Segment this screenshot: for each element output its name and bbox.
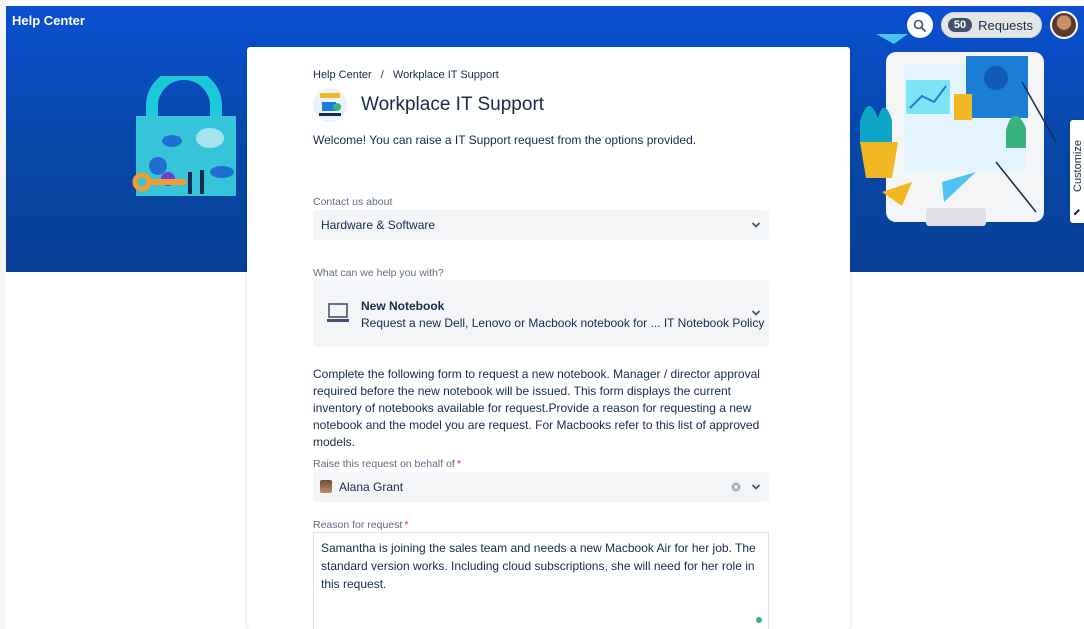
reason-label: Reason for request *: [313, 519, 408, 531]
requests-button[interactable]: 50 Requests: [940, 12, 1042, 38]
pencil-icon: [1074, 209, 1080, 215]
contact-value: Hardware & Software: [321, 218, 436, 232]
padlock-illustration: [132, 76, 236, 196]
portal-header: Workplace IT Support: [313, 88, 544, 122]
behalf-value: Alana Grant: [339, 480, 404, 494]
user-avatar-small: [320, 480, 332, 493]
behalf-select[interactable]: Alana Grant: [313, 472, 769, 502]
laptop-icon: [327, 303, 349, 322]
chevron-down-icon: [751, 310, 761, 316]
chevron-down-icon: [751, 222, 761, 228]
chevron-down-icon: [751, 484, 761, 490]
customize-label: Customize: [1072, 140, 1084, 192]
clear-icon[interactable]: [731, 482, 741, 492]
top-right-actions: 50 Requests: [906, 11, 1078, 39]
laptop-illustration: [860, 34, 1057, 226]
request-type-title: New Notebook: [361, 299, 445, 313]
reason-label-text: Reason for request: [313, 519, 403, 531]
contact-label: Contact us about: [313, 196, 393, 208]
help-label: What can we help you with?: [313, 267, 444, 279]
behalf-label: Raise this request on behalf of *: [313, 458, 461, 470]
required-marker: *: [456, 458, 461, 470]
welcome-text: Welcome! You can raise a IT Support requ…: [313, 133, 697, 147]
request-form-card: Help Center / Workplace IT Support Workp…: [247, 47, 850, 629]
customize-tab[interactable]: Customize: [1070, 120, 1084, 223]
request-type-description: Request a new Dell, Lenovo or Macbook no…: [361, 316, 765, 330]
requests-count-badge: 50: [947, 18, 973, 32]
search-icon: [914, 19, 927, 32]
search-button[interactable]: [906, 12, 933, 38]
breadcrumb: Help Center / Workplace IT Support: [313, 69, 505, 81]
breadcrumb-current[interactable]: Workplace IT Support: [393, 69, 499, 81]
request-description: Complete the following form to request a…: [313, 367, 760, 449]
required-marker: *: [404, 519, 409, 531]
breadcrumb-help-center[interactable]: Help Center: [313, 69, 372, 81]
requests-label: Requests: [978, 17, 1033, 33]
portal-logo: [313, 88, 347, 122]
reason-value: Samantha is joining the sales team and n…: [321, 541, 756, 591]
breadcrumb-separator: /: [380, 69, 384, 81]
app-title[interactable]: Help Center: [12, 13, 85, 28]
behalf-label-text: Raise this request on behalf of: [313, 458, 455, 470]
grammar-indicator: [756, 617, 762, 623]
request-type-select[interactable]: New Notebook Request a new Dell, Lenovo …: [313, 280, 769, 347]
contact-select[interactable]: Hardware & Software: [313, 210, 769, 240]
user-avatar[interactable]: [1050, 11, 1078, 39]
reason-textarea[interactable]: Samantha is joining the sales team and n…: [313, 532, 769, 629]
portal-title: Workplace IT Support: [361, 94, 545, 115]
